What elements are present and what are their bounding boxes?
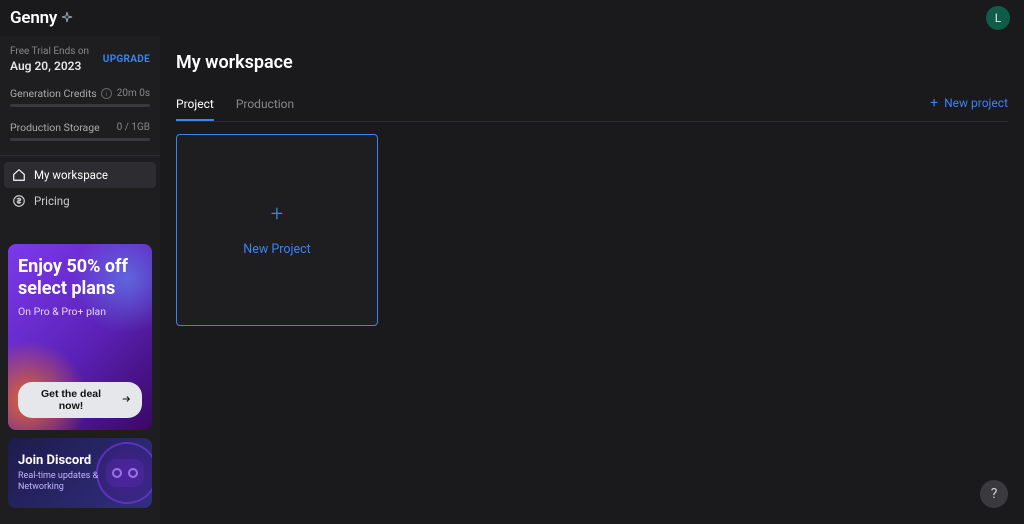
brand-mark-icon	[61, 11, 73, 26]
new-project-card[interactable]: + New Project	[176, 134, 378, 326]
sidebar: Free Trial Ends on Aug 20, 2023 UPGRADE …	[0, 36, 160, 524]
trial-ends-date: Aug 20, 2023	[10, 59, 89, 73]
generation-credits-meter	[10, 104, 150, 107]
promo-discount-title: Enjoy 50% off select plans	[18, 256, 142, 299]
production-storage-meter	[10, 138, 150, 141]
user-avatar[interactable]: L	[986, 6, 1010, 30]
generation-credits-label: Generation Credits i	[10, 87, 112, 100]
page-title: My workspace	[176, 52, 1008, 73]
new-project-link[interactable]: + New project	[930, 96, 1008, 116]
discord-icon	[106, 459, 144, 487]
tab-production[interactable]: Production	[236, 91, 294, 121]
home-icon	[12, 168, 26, 182]
generation-credits-block: Generation Credits i 20m 0s	[0, 81, 160, 115]
promo-discount-subtitle: On Pro & Pro+ plan	[18, 305, 142, 318]
promo-discount-cta-button[interactable]: Get the deal now!	[18, 382, 142, 418]
upgrade-link[interactable]: UPGRADE	[103, 54, 150, 65]
promo-card-discount[interactable]: Enjoy 50% off select plans On Pro & Pro+…	[8, 244, 152, 430]
new-project-card-label: New Project	[243, 242, 310, 257]
sidebar-item-label: Pricing	[34, 194, 70, 208]
tab-project[interactable]: Project	[176, 91, 214, 121]
plus-icon: +	[271, 204, 283, 226]
app-header: Genny L	[0, 0, 1024, 36]
main-content: My workspace Project Production + New pr…	[160, 36, 1024, 524]
generation-credits-value: 20m 0s	[117, 88, 150, 99]
production-storage-label: Production Storage	[10, 121, 100, 134]
tabs: Project Production	[176, 91, 294, 121]
sidebar-item-pricing[interactable]: Pricing	[4, 188, 156, 214]
sidebar-nav: My workspace Pricing	[0, 162, 160, 214]
trial-block: Free Trial Ends on Aug 20, 2023 UPGRADE	[0, 36, 160, 81]
production-storage-value: 0 / 1GB	[117, 122, 150, 133]
project-grid: + New Project	[176, 122, 1008, 326]
tabs-row: Project Production + New project	[176, 91, 1008, 122]
sidebar-item-workspace[interactable]: My workspace	[4, 162, 156, 188]
avatar-initial: L	[995, 11, 1001, 25]
production-storage-block: Production Storage 0 / 1GB	[0, 115, 160, 149]
new-project-link-label: New project	[944, 96, 1008, 110]
brand-name: Genny	[10, 8, 57, 28]
plus-icon: +	[930, 96, 938, 110]
question-icon: ?	[991, 486, 998, 502]
pricing-icon	[12, 194, 26, 208]
trial-ends-label: Free Trial Ends on	[10, 46, 89, 57]
promo-card-discord[interactable]: Join Discord Real-time updates & Network…	[8, 438, 152, 508]
sidebar-item-label: My workspace	[34, 168, 108, 182]
brand-logo[interactable]: Genny	[10, 8, 73, 28]
divider	[0, 155, 160, 156]
arrow-right-icon	[120, 394, 132, 407]
info-icon[interactable]: i	[101, 88, 112, 99]
help-button[interactable]: ?	[980, 480, 1008, 508]
